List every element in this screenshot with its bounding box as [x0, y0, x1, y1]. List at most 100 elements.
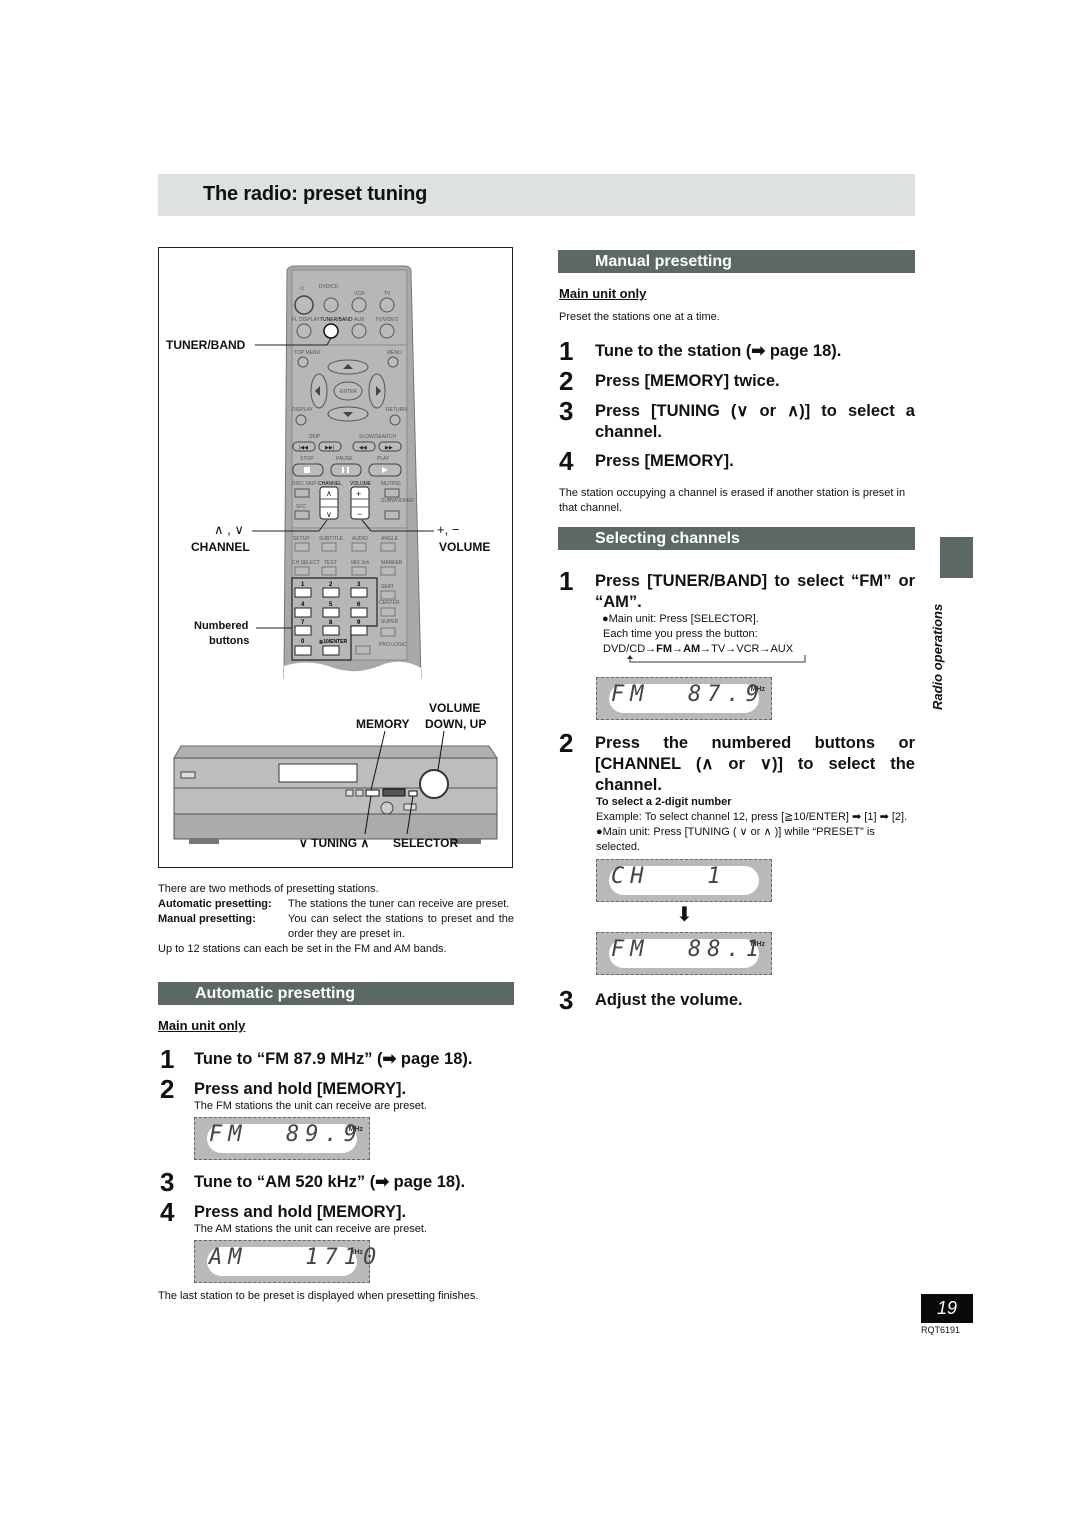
svg-text:DISPLAY: DISPLAY: [292, 407, 313, 413]
manual-term: Manual presetting:: [158, 913, 256, 925]
svg-text:DISC SKIP: DISC SKIP: [292, 481, 317, 487]
svg-text:STOP: STOP: [300, 456, 314, 462]
lcd-fm-899: FM 89.9 MHz: [194, 1117, 370, 1160]
svg-text:∧: ∧: [326, 489, 332, 498]
svg-text:SKIP: SKIP: [309, 434, 321, 440]
intro-block: There are two methods of presetting stat…: [158, 882, 514, 957]
step-text: Adjust the volume.: [595, 991, 743, 1009]
selecting-heading-text: Selecting channels: [595, 530, 740, 547]
label-tuning: ∨ TUNING ∧: [299, 836, 370, 850]
auto-desc: The stations the tuner can receive are p…: [288, 898, 510, 910]
lcd-text: FM 89.9: [209, 1122, 363, 1147]
step-number: 3: [160, 1167, 175, 1197]
lcd-unit: MHz: [750, 941, 765, 948]
step-text: Press the numbered buttons or [CHANNEL (…: [595, 734, 915, 794]
step-number: 1: [160, 1044, 175, 1074]
svg-text:+: +: [356, 489, 361, 499]
auto-footer: The last station to be preset is display…: [158, 1290, 479, 1302]
step-text: Tune to “FM 87.9 MHz” (➡ page 18).: [194, 1050, 473, 1068]
cycle-item: AUX: [770, 643, 794, 655]
label-volume: VOLUME: [439, 540, 491, 554]
svg-text:−: −: [357, 509, 362, 519]
label-channel-arrows: ∧ , ∨: [214, 522, 244, 537]
step-text: Tune to “AM 520 kHz” (➡ page 18).: [194, 1173, 466, 1191]
svg-text:PRO LOGIC: PRO LOGIC: [379, 642, 407, 648]
tv-video-button: [379, 323, 395, 339]
lcd-text: FM 88.1: [611, 937, 765, 962]
auto-term: Automatic presetting:: [158, 898, 272, 910]
automatic-heading-text: Automatic presetting: [195, 985, 356, 1002]
manual-main-unit-only: Main unit only: [559, 286, 647, 301]
definition-manual: Manual presetting: You can select the st…: [158, 912, 514, 942]
label-numbered: Numbered: [194, 620, 249, 632]
svg-text:RETURN: RETURN: [386, 407, 407, 413]
manual-note: The station occupying a channel is erase…: [559, 487, 906, 514]
step-number: 4: [559, 446, 574, 476]
svg-text:PAUSE: PAUSE: [336, 456, 353, 462]
step-number: 1: [559, 566, 574, 596]
cycle-item: VCR: [736, 643, 760, 655]
cycle-item: AM: [683, 643, 701, 655]
step-number: 3: [559, 396, 574, 426]
svg-text:MIX 2ch: MIX 2ch: [351, 560, 370, 566]
main-unit-illustration: [173, 745, 498, 844]
lcd-unit: MHz: [750, 686, 765, 693]
label-tuner-band: TUNER/BAND: [166, 338, 246, 352]
label-memory: MEMORY: [356, 717, 410, 731]
lcd-text: FM 87.9: [611, 682, 765, 707]
svg-text:▶▶|: ▶▶|: [325, 445, 334, 451]
step-note: The AM stations the unit can receive are…: [194, 1223, 427, 1235]
cycle-item: TV: [711, 643, 726, 655]
svg-text:AUDIO: AUDIO: [352, 536, 368, 542]
pause-button: [330, 463, 362, 477]
label-down-up: DOWN, UP: [425, 717, 487, 731]
memory-button: [365, 789, 380, 797]
section-side-label: Radio operations: [930, 603, 945, 710]
step-number: 3: [559, 985, 574, 1015]
svg-text:ANGLE: ANGLE: [381, 536, 399, 542]
document-code: RQT6191: [921, 1325, 961, 1335]
svg-text:MARKER: MARKER: [381, 560, 403, 566]
lcd-unit: kHz: [350, 1249, 363, 1256]
svg-text:SUPER: SUPER: [381, 619, 399, 625]
svg-text:≧10/ENTER: ≧10/ENTER: [319, 639, 347, 645]
svg-text:AUX: AUX: [354, 317, 365, 323]
step-text: Press [MEMORY].: [595, 452, 734, 470]
cycle-item: FM: [656, 643, 673, 655]
svg-text:SEAT: SEAT: [381, 584, 394, 590]
step-text: Tune to the station (➡ page 18).: [595, 342, 842, 360]
svg-text:⏻: ⏻: [300, 286, 304, 292]
step-number: 2: [559, 366, 574, 396]
fl-display-button: [296, 323, 312, 339]
step-text: Press and hold [MEMORY].: [194, 1080, 407, 1098]
step-number: 2: [160, 1074, 175, 1104]
step-text: Press and hold [MEMORY].: [194, 1203, 407, 1221]
page-number: 19: [921, 1294, 973, 1323]
dvd-button: [323, 297, 339, 313]
step-text: Press [TUNING (∨ or ∧)] to select a chan…: [595, 402, 915, 441]
lcd-unit: MHz: [348, 1126, 363, 1133]
svg-text:SFC: SFC: [296, 504, 306, 510]
svg-text:FL DISPLAY: FL DISPLAY: [292, 317, 320, 323]
svg-text:VCR: VCR: [354, 291, 365, 297]
select-step-2-bullet: ●Main unit: Press [TUNING ( ∨ or ∧ )] wh…: [596, 826, 875, 853]
svg-text:CH SELECT: CH SELECT: [292, 560, 320, 566]
two-digit-heading: To select a 2-digit number: [596, 796, 732, 808]
tv-button: [379, 297, 395, 313]
cycle-return-arrow: [627, 655, 806, 663]
svg-text:ENTER: ENTER: [340, 389, 357, 395]
manual-intro: Preset the stations one at a time.: [559, 311, 720, 323]
svg-text:VOLUME: VOLUME: [350, 481, 372, 487]
two-digit-example: Example: To select channel 12, press [≧1…: [596, 811, 908, 823]
automatic-presetting-heading: Automatic presetting: [158, 982, 514, 1005]
down-arrow-icon: ⬇: [676, 904, 693, 926]
manual-presetting-heading: Manual presetting: [558, 250, 915, 273]
step-note: The FM stations the unit can receive are…: [194, 1100, 427, 1112]
main-unit-display: [278, 763, 358, 783]
svg-text:DVD/CD: DVD/CD: [319, 284, 339, 290]
label-volume-plus-minus: +, −: [437, 522, 460, 537]
manual-desc: You can select the stations to preset an…: [288, 913, 514, 940]
remote-and-unit-diagram: ⏻ DVD/CD VCR TV FL DISPLAY TUNER/BAND AU…: [158, 247, 513, 868]
lcd-text: CH 1: [611, 864, 727, 889]
svg-text:SLOW/SEARCH: SLOW/SEARCH: [359, 434, 396, 440]
